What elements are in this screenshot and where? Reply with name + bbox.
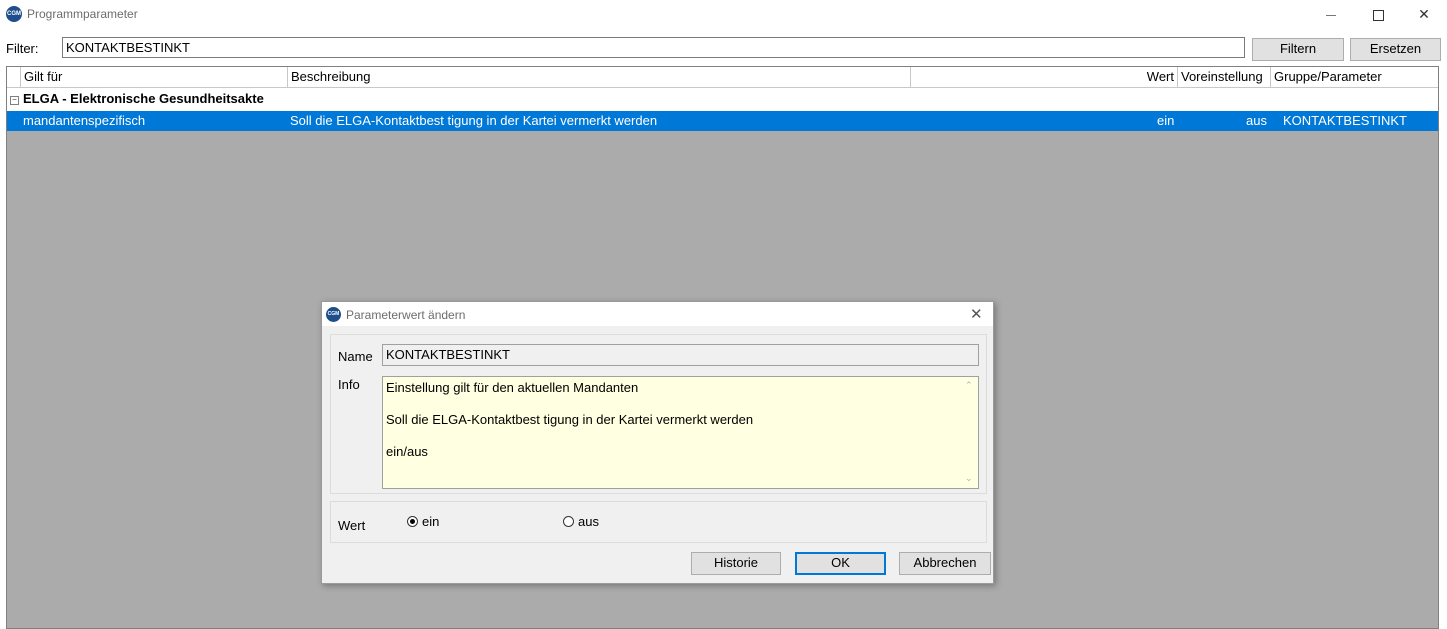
dialog-close-icon[interactable]: ✕	[970, 305, 983, 323]
close-button[interactable]: ✕	[1401, 0, 1447, 29]
window-title: Programmparameter	[27, 7, 138, 21]
filter-input[interactable]: KONTAKTBESTINKT	[62, 37, 1245, 58]
group-row[interactable]: − ELGA - Elektronische Gesundheitsakte	[7, 88, 1438, 111]
close-icon: ✕	[1418, 6, 1430, 22]
maximize-button[interactable]	[1355, 0, 1401, 29]
table-row[interactable]: mandantenspezifisch Soll die ELGA-Kontak…	[7, 111, 1438, 131]
maximize-icon	[1372, 9, 1384, 21]
column-header-gruppe-parameter[interactable]: Gruppe/Parameter	[1271, 67, 1438, 87]
wert-label: Wert	[338, 518, 366, 533]
title-bar: CGM Programmparameter ✕	[0, 0, 1447, 29]
cell-gilt-fuer: mandantenspezifisch	[23, 113, 146, 128]
column-header-voreinstellung[interactable]: Voreinstellung	[1178, 67, 1271, 87]
group-title: ELGA - Elektronische Gesundheitsakte	[23, 91, 264, 106]
filter-label: Filter:	[6, 41, 39, 56]
column-header-gilt-fuer[interactable]: Gilt für	[21, 67, 288, 87]
historie-button[interactable]: Historie	[691, 552, 781, 575]
dialog-title: Parameterwert ändern	[346, 308, 466, 322]
grid-header: Gilt für Beschreibung Wert Voreinstellun…	[7, 67, 1438, 88]
radio-ein[interactable]	[407, 516, 418, 527]
info-scrollbar[interactable]: ⌃ ⌄	[961, 377, 978, 488]
info-line-3: ein/aus	[386, 444, 428, 459]
edit-parameter-dialog: CGM Parameterwert ändern ✕ Name KONTAKTB…	[321, 301, 994, 584]
ok-button[interactable]: OK	[795, 552, 886, 575]
scroll-down-icon[interactable]: ⌄	[965, 473, 973, 484]
app-logo-icon: CGM	[6, 6, 22, 22]
info-line-2: Soll die ELGA-Kontaktbest tigung in der …	[386, 412, 754, 427]
info-textbox[interactable]: Einstellung gilt für den aktuellen Manda…	[382, 376, 979, 489]
dialog-title-bar: CGM Parameterwert ändern ✕	[322, 302, 993, 326]
scroll-up-icon[interactable]: ⌃	[965, 380, 973, 391]
minimize-button[interactable]	[1308, 0, 1354, 29]
cancel-button[interactable]: Abbrechen	[899, 552, 991, 575]
cell-parameter: KONTAKTBESTINKT	[1283, 113, 1407, 128]
column-header-beschreibung[interactable]: Beschreibung	[288, 67, 911, 87]
name-field: KONTAKTBESTINKT	[382, 344, 979, 366]
radio-aus-label[interactable]: aus	[578, 514, 599, 529]
radio-aus[interactable]	[563, 516, 574, 527]
info-label: Info	[338, 377, 360, 392]
header-spacer	[7, 67, 21, 87]
column-header-wert[interactable]: Wert	[911, 67, 1178, 87]
minimize-icon	[1326, 14, 1336, 16]
info-line-1: Einstellung gilt für den aktuellen Manda…	[386, 380, 639, 395]
replace-button[interactable]: Ersetzen	[1350, 38, 1441, 61]
dialog-app-icon: CGM	[326, 307, 341, 322]
cell-voreinstellung: aus	[1246, 113, 1267, 128]
collapse-icon[interactable]: −	[10, 96, 19, 105]
cell-wert: ein	[1157, 113, 1175, 128]
filter-button[interactable]: Filtern	[1252, 38, 1344, 61]
cell-beschreibung: Soll die ELGA-Kontaktbest tigung in der …	[290, 113, 658, 128]
radio-ein-label[interactable]: ein	[422, 514, 439, 529]
name-label: Name	[338, 349, 373, 364]
